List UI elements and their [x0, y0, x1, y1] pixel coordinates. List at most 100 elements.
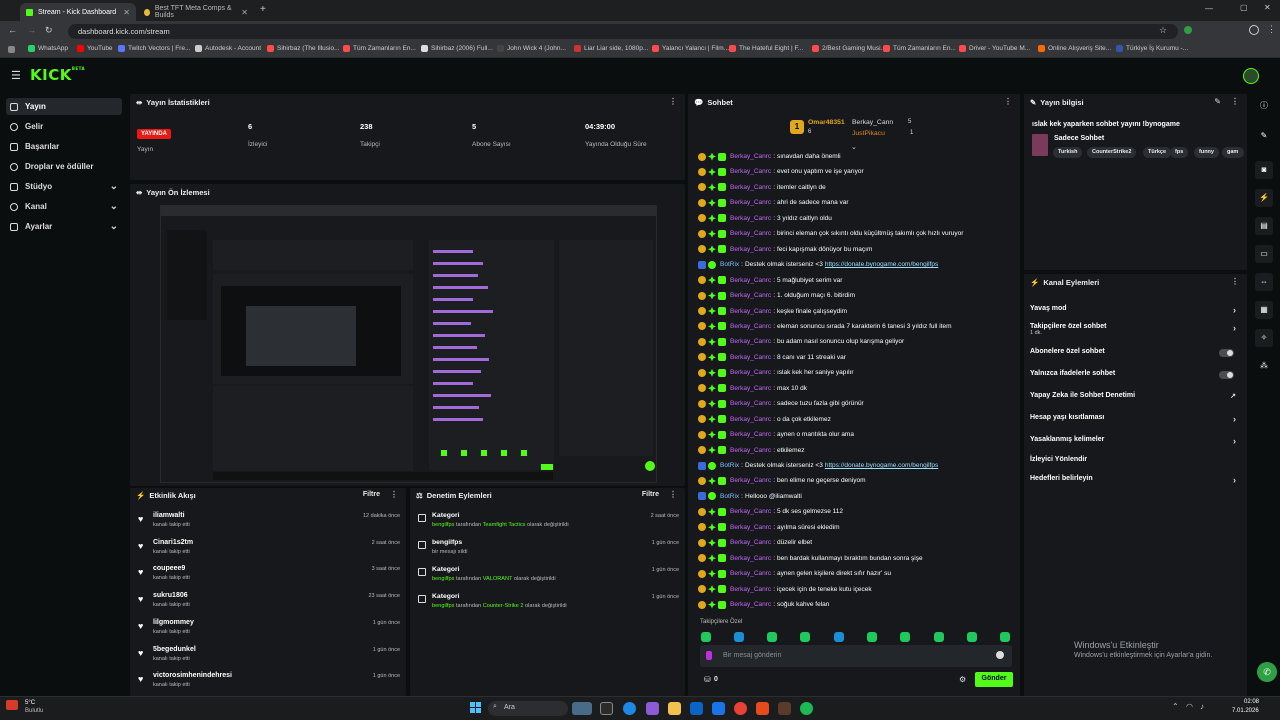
- bookmark-star-icon[interactable]: ☆: [1159, 25, 1167, 36]
- stats-menu-icon[interactable]: ⋮: [669, 97, 677, 106]
- spotify-icon[interactable]: [800, 702, 813, 715]
- info-menu-icon[interactable]: ⋮: [1231, 97, 1239, 106]
- app-icon[interactable]: [778, 702, 791, 715]
- apps-grid-icon[interactable]: [8, 46, 15, 53]
- emote-icon[interactable]: [834, 632, 844, 642]
- chat-message[interactable]: Berkay_Canrc: aynen o mantıkta olur ama: [698, 428, 1016, 441]
- channel-action-item[interactable]: Yasaklanmış kelimeler ›: [1030, 436, 1240, 450]
- chat-message[interactable]: Berkay_Canrc: feci kapışmak dönüyor bu ma…: [698, 243, 1016, 256]
- bookmark-item[interactable]: 2/Best Gaming Musi...: [812, 45, 886, 52]
- menu-dots-icon[interactable]: ⋮: [1267, 24, 1276, 35]
- store-icon[interactable]: ▦: [1255, 301, 1273, 319]
- bookmark-item[interactable]: Tüm Zamanların En...: [343, 45, 416, 52]
- stream-tag[interactable]: Turkish: [1053, 147, 1083, 158]
- chat-message[interactable]: Berkay_Canrc: soğuk kahve felan: [698, 598, 1016, 611]
- close-window-icon[interactable]: ✕: [1264, 3, 1271, 12]
- new-tab-icon[interactable]: +: [260, 4, 266, 15]
- profile-icon[interactable]: [1249, 25, 1259, 35]
- stream-tag[interactable]: Türkçe: [1143, 147, 1172, 158]
- chat-menu-icon[interactable]: ⋮: [1004, 97, 1012, 106]
- emote-icon[interactable]: [767, 632, 777, 642]
- bookmark-item[interactable]: The Hateful Eight | F...: [729, 45, 803, 52]
- chat-username[interactable]: Berkay_Canrc: [730, 586, 771, 593]
- moderation-menu-icon[interactable]: ⋮: [669, 490, 677, 499]
- bookmark-item[interactable]: Online Alışveriş Site...: [1038, 45, 1111, 52]
- clock-time[interactable]: 02:08: [1244, 699, 1259, 705]
- tab-kick-dashboard[interactable]: Stream - Kick Dashboard ✕: [20, 3, 136, 21]
- forward-icon[interactable]: →: [27, 25, 36, 35]
- link-icon[interactable]: ⇔: [1255, 273, 1273, 291]
- chat-username[interactable]: Berkay_Canrc: [730, 168, 771, 175]
- toggle-switch[interactable]: [1219, 349, 1234, 357]
- edge-icon[interactable]: [623, 702, 636, 715]
- activity-item[interactable]: ♥ coupeee9 kanalı takip etti 3 saat önce: [138, 565, 400, 589]
- chat-username[interactable]: Berkay_Canrc: [730, 308, 771, 315]
- mic-icon[interactable]: [706, 651, 712, 660]
- chat-username[interactable]: Berkay_Canrc: [730, 277, 771, 284]
- taskbar-search[interactable]: Ara: [488, 701, 568, 716]
- help-chat-icon[interactable]: ✆: [1257, 662, 1277, 682]
- mail-icon[interactable]: [712, 702, 725, 715]
- chat-username[interactable]: Berkay_Canrc: [730, 524, 771, 531]
- send-button[interactable]: Gönder: [975, 672, 1013, 687]
- sidebar-item-trophy[interactable]: Başarılar: [6, 138, 122, 155]
- chrome-icon[interactable]: [734, 702, 747, 715]
- chat-message[interactable]: Berkay_Canrc:5 mağlubiyet serim var: [698, 274, 1016, 287]
- activity-item[interactable]: ♥ 5begedunkel kanalı takip etti 1 gün önce: [138, 646, 400, 670]
- chat-username[interactable]: Berkay_Canrc: [730, 369, 771, 376]
- close-tab-icon[interactable]: ✕: [241, 8, 248, 17]
- chat-username[interactable]: Berkay_Canrc: [730, 508, 771, 515]
- chat-message[interactable]: BotRix: Destek olmak isterseniz <3 https:…: [698, 258, 1016, 271]
- chat-message[interactable]: Berkay_Canrc: aynen gelen kişilere direkt…: [698, 567, 1016, 580]
- user-avatar[interactable]: [1243, 68, 1259, 84]
- stream-tag[interactable]: CounterStrike2: [1087, 147, 1137, 158]
- chat-message[interactable]: Berkay_Canrc: sınavdan daha önemli: [698, 150, 1016, 163]
- chat-username[interactable]: Berkay_Canrc: [730, 477, 771, 484]
- sidebar-item-studio[interactable]: Stüdyo ⌄: [6, 178, 122, 195]
- bookmark-item[interactable]: Autodesk - Account: [195, 45, 261, 52]
- emote-icon[interactable]: [934, 632, 944, 642]
- chat-username[interactable]: Berkay_Canrc: [730, 215, 771, 222]
- chat-message[interactable]: Berkay_Canrc: itemler caitlyn de: [698, 181, 1016, 194]
- close-tab-icon[interactable]: ✕: [123, 8, 130, 17]
- bookmark-item[interactable]: Driver - YouTube M...: [959, 45, 1030, 52]
- widgets-icon[interactable]: [572, 702, 592, 715]
- task-view-icon[interactable]: [600, 702, 613, 715]
- channel-action-item[interactable]: Abonelere özel sohbet: [1030, 348, 1240, 362]
- url-field[interactable]: dashboard.kick.com/stream: [68, 24, 1178, 39]
- chat-message[interactable]: Berkay_Canrc: birinci eleman çok sıkıntı …: [698, 227, 1016, 240]
- chat-message[interactable]: Berkay_Canrc:8 canı var 11 streaki var: [698, 351, 1016, 364]
- bookmark-item[interactable]: Tüm Zamanların En...: [883, 45, 956, 52]
- bookmark-item[interactable]: Yalancı Yalancı | Film...: [652, 45, 729, 52]
- info-icon[interactable]: ⓘ: [1255, 97, 1273, 115]
- activity-item[interactable]: ♥ lilgmommey kanalı takip etti 1 gün önce: [138, 619, 400, 643]
- bookmark-item[interactable]: Twitch Vectors | Fre...: [118, 45, 190, 52]
- bookmark-item[interactable]: WhatsApp: [28, 45, 68, 52]
- chat-message[interactable]: BotRix: Hellooo @iliamwalti: [698, 490, 1016, 503]
- activity-filter-button[interactable]: Filtre: [363, 491, 380, 498]
- chat-username[interactable]: Berkay_Canrc: [730, 153, 771, 160]
- chat-link[interactable]: https://donate.bynogame.com/bengilfps: [825, 261, 938, 268]
- chat-username[interactable]: Berkay_Canrc: [730, 230, 771, 237]
- bookmark-item[interactable]: Türkiye İş Kurumu -...: [1116, 45, 1188, 52]
- stream-tag[interactable]: gam: [1222, 147, 1244, 158]
- minimize-icon[interactable]: —: [1205, 4, 1213, 13]
- activity-item[interactable]: ♥ sukru1806 kanalı takip etti 23 saat önce: [138, 592, 400, 616]
- maximize-icon[interactable]: ▢: [1240, 3, 1248, 12]
- channel-action-item[interactable]: Yapay Zeka ile Sohbet Denetimi ↗: [1030, 392, 1240, 406]
- chat-username[interactable]: Berkay_Canrc: [730, 416, 771, 423]
- sidebar-item-broadcast[interactable]: Yayın: [6, 98, 122, 115]
- channel-action-item[interactable]: İzleyici Yönlendir: [1030, 456, 1240, 470]
- bookmark-item[interactable]: Sihirbaz (The Illusio...: [267, 45, 340, 52]
- document-icon[interactable]: ▤: [1255, 217, 1273, 235]
- chat-username[interactable]: Berkay_Canrc: [730, 354, 771, 361]
- emote-icon[interactable]: [867, 632, 877, 642]
- chat-message[interactable]: Berkay_Canrc: ahri de sadece mana var: [698, 196, 1016, 209]
- moderation-item[interactable]: Kategori bengilfps tarafından Teamfight T…: [418, 512, 679, 538]
- chat-username[interactable]: Berkay_Canrc: [730, 246, 771, 253]
- emote-icon[interactable]: [701, 632, 711, 642]
- moderation-item[interactable]: bengilfps bir mesajı sildi 1 gün önce: [418, 539, 679, 565]
- chat-username[interactable]: Berkay_Canrc: [730, 199, 771, 206]
- chat-message[interactable]: Berkay_Canrc: eleman sonuncu sırada 7 kar…: [698, 320, 1016, 333]
- chat-username[interactable]: BotRix: [720, 261, 739, 268]
